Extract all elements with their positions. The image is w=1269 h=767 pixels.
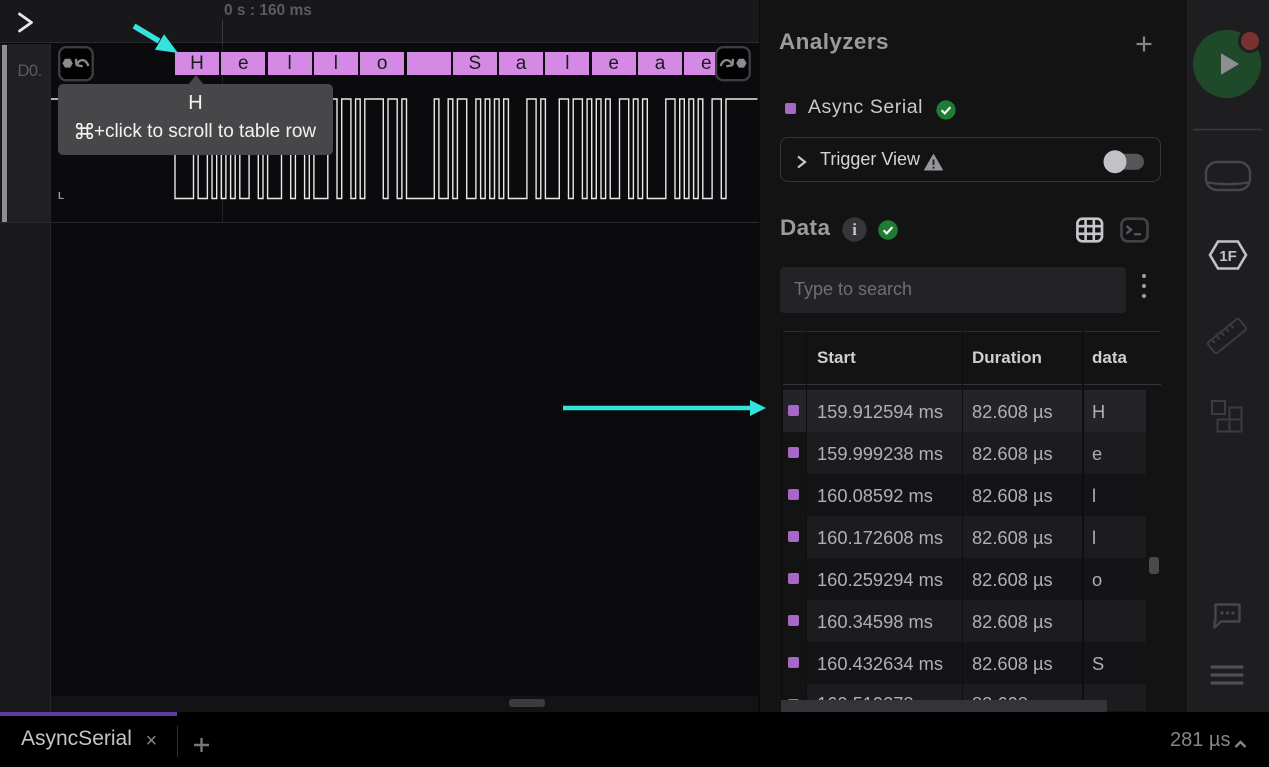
svg-text:1F: 1F bbox=[1219, 248, 1237, 265]
svg-text:i: i bbox=[852, 220, 857, 239]
